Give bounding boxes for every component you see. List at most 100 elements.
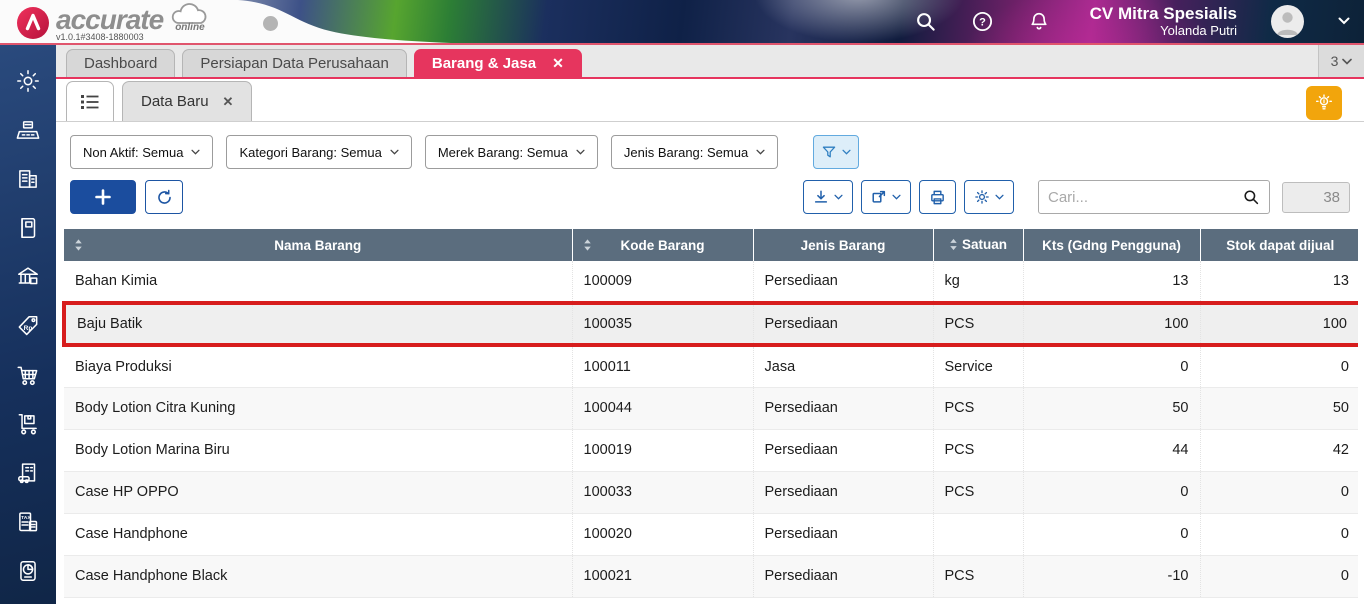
cell-kts-gdng-pengguna[interactable]: 0	[1023, 471, 1201, 514]
cell-nama-barang[interactable]: Bahan Kimia	[64, 261, 573, 304]
refresh-button[interactable]	[145, 180, 183, 214]
cell-nama-barang[interactable]: Body Lotion Citra Kuning	[64, 387, 573, 430]
inventory-icon[interactable]	[8, 410, 48, 438]
table-row[interactable]: Body Lotion Citra Kuning 100044 Persedia…	[64, 387, 1358, 430]
close-icon[interactable]: ✕	[552, 55, 564, 72]
column-header-nama-barang[interactable]: Nama Barang	[64, 229, 573, 261]
advanced-filter-button[interactable]	[813, 135, 860, 169]
cell-nama-barang[interactable]: Case HP OPPO	[64, 471, 573, 514]
journal-icon[interactable]	[8, 214, 48, 242]
search-icon[interactable]	[914, 10, 937, 33]
tab-overflow-dropdown[interactable]: 3	[1318, 45, 1364, 77]
cell-stok-dapat-dijual[interactable]: 0	[1200, 471, 1358, 514]
bank-icon[interactable]	[8, 263, 48, 291]
cell-kode-barang[interactable]: 100019	[572, 429, 754, 472]
cell-kode-barang[interactable]: 100021	[572, 555, 754, 598]
cell-nama-barang[interactable]: Baju Batik	[62, 301, 573, 347]
cell-stok-dapat-dijual[interactable]: 0	[1200, 513, 1358, 556]
table-row[interactable]: Biaya Produksi 100011 Jasa Service 0 0	[64, 345, 1358, 388]
price-tag-icon[interactable]: Rp	[8, 312, 48, 340]
cell-stok-dapat-dijual[interactable]: 42	[1200, 429, 1358, 472]
tab-barang-jasa[interactable]: Barang & Jasa ✕	[413, 49, 582, 77]
cell-jenis-barang[interactable]: Persediaan	[753, 429, 934, 472]
cell-satuan[interactable]: PCS	[933, 387, 1024, 430]
filter-kategori-barang[interactable]: Kategori Barang: Semua	[226, 135, 412, 169]
filter-jenis-barang[interactable]: Jenis Barang: Semua	[610, 135, 779, 169]
search-icon[interactable]	[1242, 188, 1260, 206]
column-header-stok-dapat-dijual[interactable]: Stok dapat dijual	[1200, 229, 1358, 261]
cell-stok-dapat-dijual[interactable]: 13	[1200, 261, 1358, 304]
cell-nama-barang[interactable]: Biaya Produksi	[64, 345, 573, 388]
column-header-satuan[interactable]: Satuan	[933, 229, 1024, 261]
tab-dashboard[interactable]: Dashboard	[66, 49, 176, 77]
cell-jenis-barang[interactable]: Persediaan	[753, 513, 934, 556]
table-row[interactable]: Baju Batik 100035 Persediaan PCS 100 100	[62, 301, 1358, 347]
cell-jenis-barang[interactable]: Persediaan	[753, 471, 934, 514]
cell-stok-dapat-dijual[interactable]: 100	[1200, 301, 1358, 347]
cell-stok-dapat-dijual[interactable]: 50	[1200, 387, 1358, 430]
cell-kode-barang[interactable]: 100035	[572, 301, 754, 347]
cell-satuan[interactable]	[933, 513, 1024, 556]
cell-satuan[interactable]: PCS	[933, 429, 1024, 472]
sort-icon[interactable]	[74, 239, 83, 252]
cell-nama-barang[interactable]: Body Lotion Marina Biru	[64, 429, 573, 472]
cell-kts-gdng-pengguna[interactable]: 100	[1023, 301, 1201, 347]
cell-kts-gdng-pengguna[interactable]: 50	[1023, 387, 1201, 430]
help-icon[interactable]: ?	[971, 10, 994, 33]
cell-kts-gdng-pengguna[interactable]: 0	[1023, 345, 1201, 388]
cell-kode-barang[interactable]: 100009	[572, 261, 754, 304]
column-header-kode-barang[interactable]: Kode Barang	[572, 229, 754, 261]
tips-button[interactable]	[1306, 86, 1342, 120]
cell-satuan[interactable]: PCS	[933, 555, 1024, 598]
purchase-cart-icon[interactable]	[8, 361, 48, 389]
tab-persiapan-data-perusahaan[interactable]: Persiapan Data Perusahaan	[182, 49, 407, 77]
notification-bell-icon[interactable]	[1028, 10, 1050, 33]
table-row[interactable]: Case Handphone Black 100021 Persediaan P…	[64, 555, 1358, 598]
accurate-logo[interactable]: accurate online v1.0.1#3408-1880003	[0, 2, 215, 42]
cell-satuan[interactable]: PCS	[933, 301, 1024, 347]
filter-non-aktif[interactable]: Non Aktif: Semua	[70, 135, 214, 169]
cell-jenis-barang[interactable]: Jasa	[753, 345, 934, 388]
column-header-kts-gdng-pengguna[interactable]: Kts (Gdng Pengguna)	[1023, 229, 1201, 261]
avatar[interactable]	[1271, 4, 1304, 38]
cell-jenis-barang[interactable]: Persediaan	[753, 261, 934, 304]
cell-kts-gdng-pengguna[interactable]: 0	[1023, 513, 1201, 556]
cell-kts-gdng-pengguna[interactable]: 44	[1023, 429, 1201, 472]
table-row[interactable]: Body Lotion Marina Biru 100019 Persediaa…	[64, 429, 1358, 472]
cell-nama-barang[interactable]: Case Handphone Black	[64, 555, 573, 598]
search-input[interactable]	[1048, 188, 1242, 206]
table-settings-button[interactable]	[964, 180, 1014, 214]
report-icon[interactable]	[8, 557, 48, 585]
print-button[interactable]	[919, 180, 956, 214]
list-menu-button[interactable]	[66, 81, 114, 121]
filter-merek-barang[interactable]: Merek Barang: Semua	[424, 135, 598, 169]
cell-kts-gdng-pengguna[interactable]: -10	[1023, 555, 1201, 598]
export-button[interactable]	[861, 180, 911, 214]
company-icon[interactable]	[8, 165, 48, 193]
cell-kts-gdng-pengguna[interactable]: 13	[1023, 261, 1201, 304]
cash-register-icon[interactable]	[8, 116, 48, 144]
table-row[interactable]: Bahan Kimia 100009 Persediaan kg 13 13	[64, 261, 1358, 304]
fixed-asset-icon[interactable]	[8, 459, 48, 487]
cell-kode-barang[interactable]: 100011	[572, 345, 754, 388]
cell-jenis-barang[interactable]: Persediaan	[753, 387, 934, 430]
cell-kode-barang[interactable]: 100033	[572, 471, 754, 514]
inner-tab-data-baru[interactable]: Data Baru ✕	[122, 81, 253, 121]
sort-icon[interactable]	[583, 239, 592, 252]
cell-satuan[interactable]: PCS	[933, 471, 1024, 514]
cell-satuan[interactable]: kg	[933, 261, 1024, 304]
add-item-button[interactable]	[70, 180, 136, 214]
settings-icon[interactable]	[8, 67, 48, 95]
cell-kode-barang[interactable]: 100044	[572, 387, 754, 430]
tax-icon[interactable]: TAX	[8, 508, 48, 536]
table-row[interactable]: Case Handphone 100020 Persediaan 0 0	[64, 513, 1358, 556]
cell-kode-barang[interactable]: 100020	[572, 513, 754, 556]
cell-nama-barang[interactable]: Case Handphone	[64, 513, 573, 556]
cell-jenis-barang[interactable]: Persediaan	[753, 301, 934, 347]
table-row[interactable]: Case HP OPPO 100033 Persediaan PCS 0 0	[64, 471, 1358, 514]
account-chevron-down-icon[interactable]	[1338, 17, 1350, 25]
cell-stok-dapat-dijual[interactable]: 0	[1200, 345, 1358, 388]
cell-satuan[interactable]: Service	[933, 345, 1024, 388]
column-header-jenis-barang[interactable]: Jenis Barang	[753, 229, 934, 261]
download-button[interactable]	[803, 180, 853, 214]
